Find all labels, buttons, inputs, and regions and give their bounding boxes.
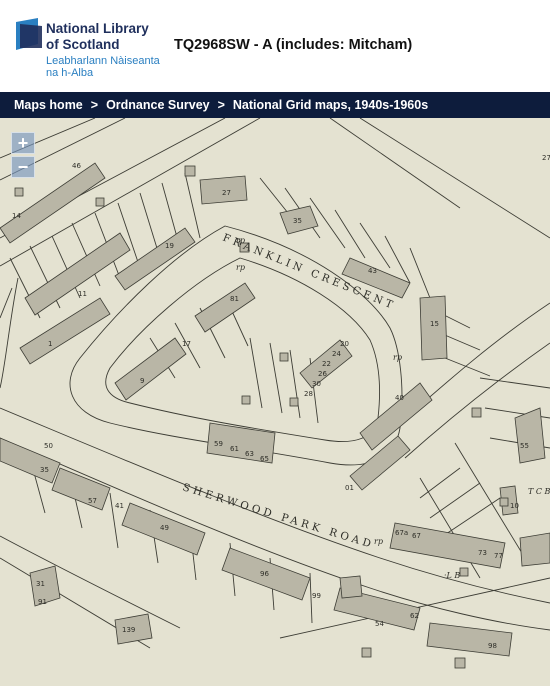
house-number: 24 <box>332 350 341 358</box>
breadcrumb-national-grid-maps[interactable]: National Grid maps, 1940s-1960s <box>233 98 428 112</box>
house-number: 41 <box>115 502 124 510</box>
zoom-control: + − <box>11 132 35 178</box>
house-number: 98 <box>488 642 497 650</box>
nls-logo-icon <box>16 18 42 50</box>
house-number: 10 <box>510 502 519 510</box>
breadcrumb-separator: > <box>90 98 99 112</box>
house-number: 55 <box>520 442 529 450</box>
house-number: 01 <box>345 484 354 492</box>
house-number: 14 <box>12 212 21 220</box>
house-number: 9 <box>140 377 144 385</box>
zoom-in-button[interactable]: + <box>11 132 35 154</box>
logo-gaelic-line-1: Leabharlann Nàiseanta <box>46 55 160 67</box>
house-number: 19 <box>165 242 174 250</box>
annotation-rp: rp <box>236 263 245 272</box>
house-number: 99 <box>312 592 321 600</box>
map-viewer[interactable]: FRANKLIN CRESCENT SHERWOOD PARK ROAD ·L … <box>0 118 550 686</box>
logo-gaelic-line-2: na h-Alba <box>46 67 94 79</box>
house-number: 22 <box>322 360 331 368</box>
house-number: 46 <box>72 162 81 170</box>
house-number: 65 <box>260 455 269 463</box>
house-number: 35 <box>40 466 49 474</box>
house-number: 15 <box>430 320 439 328</box>
house-number: 30 <box>312 380 321 388</box>
house-number: 27 <box>222 189 231 197</box>
house-number: 96 <box>260 570 269 578</box>
logo-line-1: National Library <box>46 21 149 36</box>
zoom-out-button[interactable]: − <box>11 156 35 178</box>
annotation-lb: ·L B <box>444 571 460 580</box>
map-canvas[interactable]: FRANKLIN CRESCENT SHERWOOD PARK ROAD ·L … <box>0 118 550 686</box>
page-title: TQ2968SW - A (includes: Mitcham) <box>174 37 413 53</box>
house-number: 73 <box>478 549 487 557</box>
house-number: 91 <box>38 598 47 606</box>
house-number: 57 <box>88 497 97 505</box>
house-number: 54 <box>375 620 384 628</box>
nls-logo[interactable]: National Library of Scotland Leabharlann… <box>14 16 164 79</box>
house-number: 50 <box>44 442 53 450</box>
house-number: 1 <box>48 340 52 348</box>
house-number: 67 <box>412 532 421 540</box>
house-number: 35 <box>293 217 302 225</box>
house-number: 20 <box>340 340 349 348</box>
site-header: National Library of Scotland Leabharlann… <box>0 0 550 92</box>
house-number: 28 <box>304 390 313 398</box>
house-number: 17 <box>182 340 191 348</box>
house-number: 81 <box>230 295 239 303</box>
house-number: 27 <box>542 154 550 162</box>
house-number: 63 <box>245 450 254 458</box>
annotation-rp: rp <box>374 537 383 546</box>
house-number: 11 <box>78 290 87 298</box>
house-number: 67a <box>395 529 408 537</box>
house-number: 139 <box>122 626 135 634</box>
annotation-tcb: T C B <box>528 487 550 496</box>
house-number: 31 <box>36 580 45 588</box>
annotation-rp: rp <box>393 353 402 362</box>
house-number: 61 <box>230 445 239 453</box>
house-number: 77 <box>494 552 503 560</box>
house-number: 43 <box>368 267 377 275</box>
house-number: 49 <box>160 524 169 532</box>
house-number: 59 <box>214 440 223 448</box>
breadcrumb-maps-home[interactable]: Maps home <box>14 98 83 112</box>
house-number: 26 <box>318 370 327 378</box>
breadcrumb: Maps home > Ordnance Survey > National G… <box>0 92 550 118</box>
annotation-rp: rp <box>236 236 245 245</box>
house-number: 62 <box>410 612 419 620</box>
buildings <box>0 162 550 669</box>
breadcrumb-separator: > <box>217 98 225 112</box>
house-number: 40 <box>395 394 404 402</box>
logo-line-2: of Scotland <box>46 37 120 52</box>
breadcrumb-ordnance-survey[interactable]: Ordnance Survey <box>106 98 210 112</box>
